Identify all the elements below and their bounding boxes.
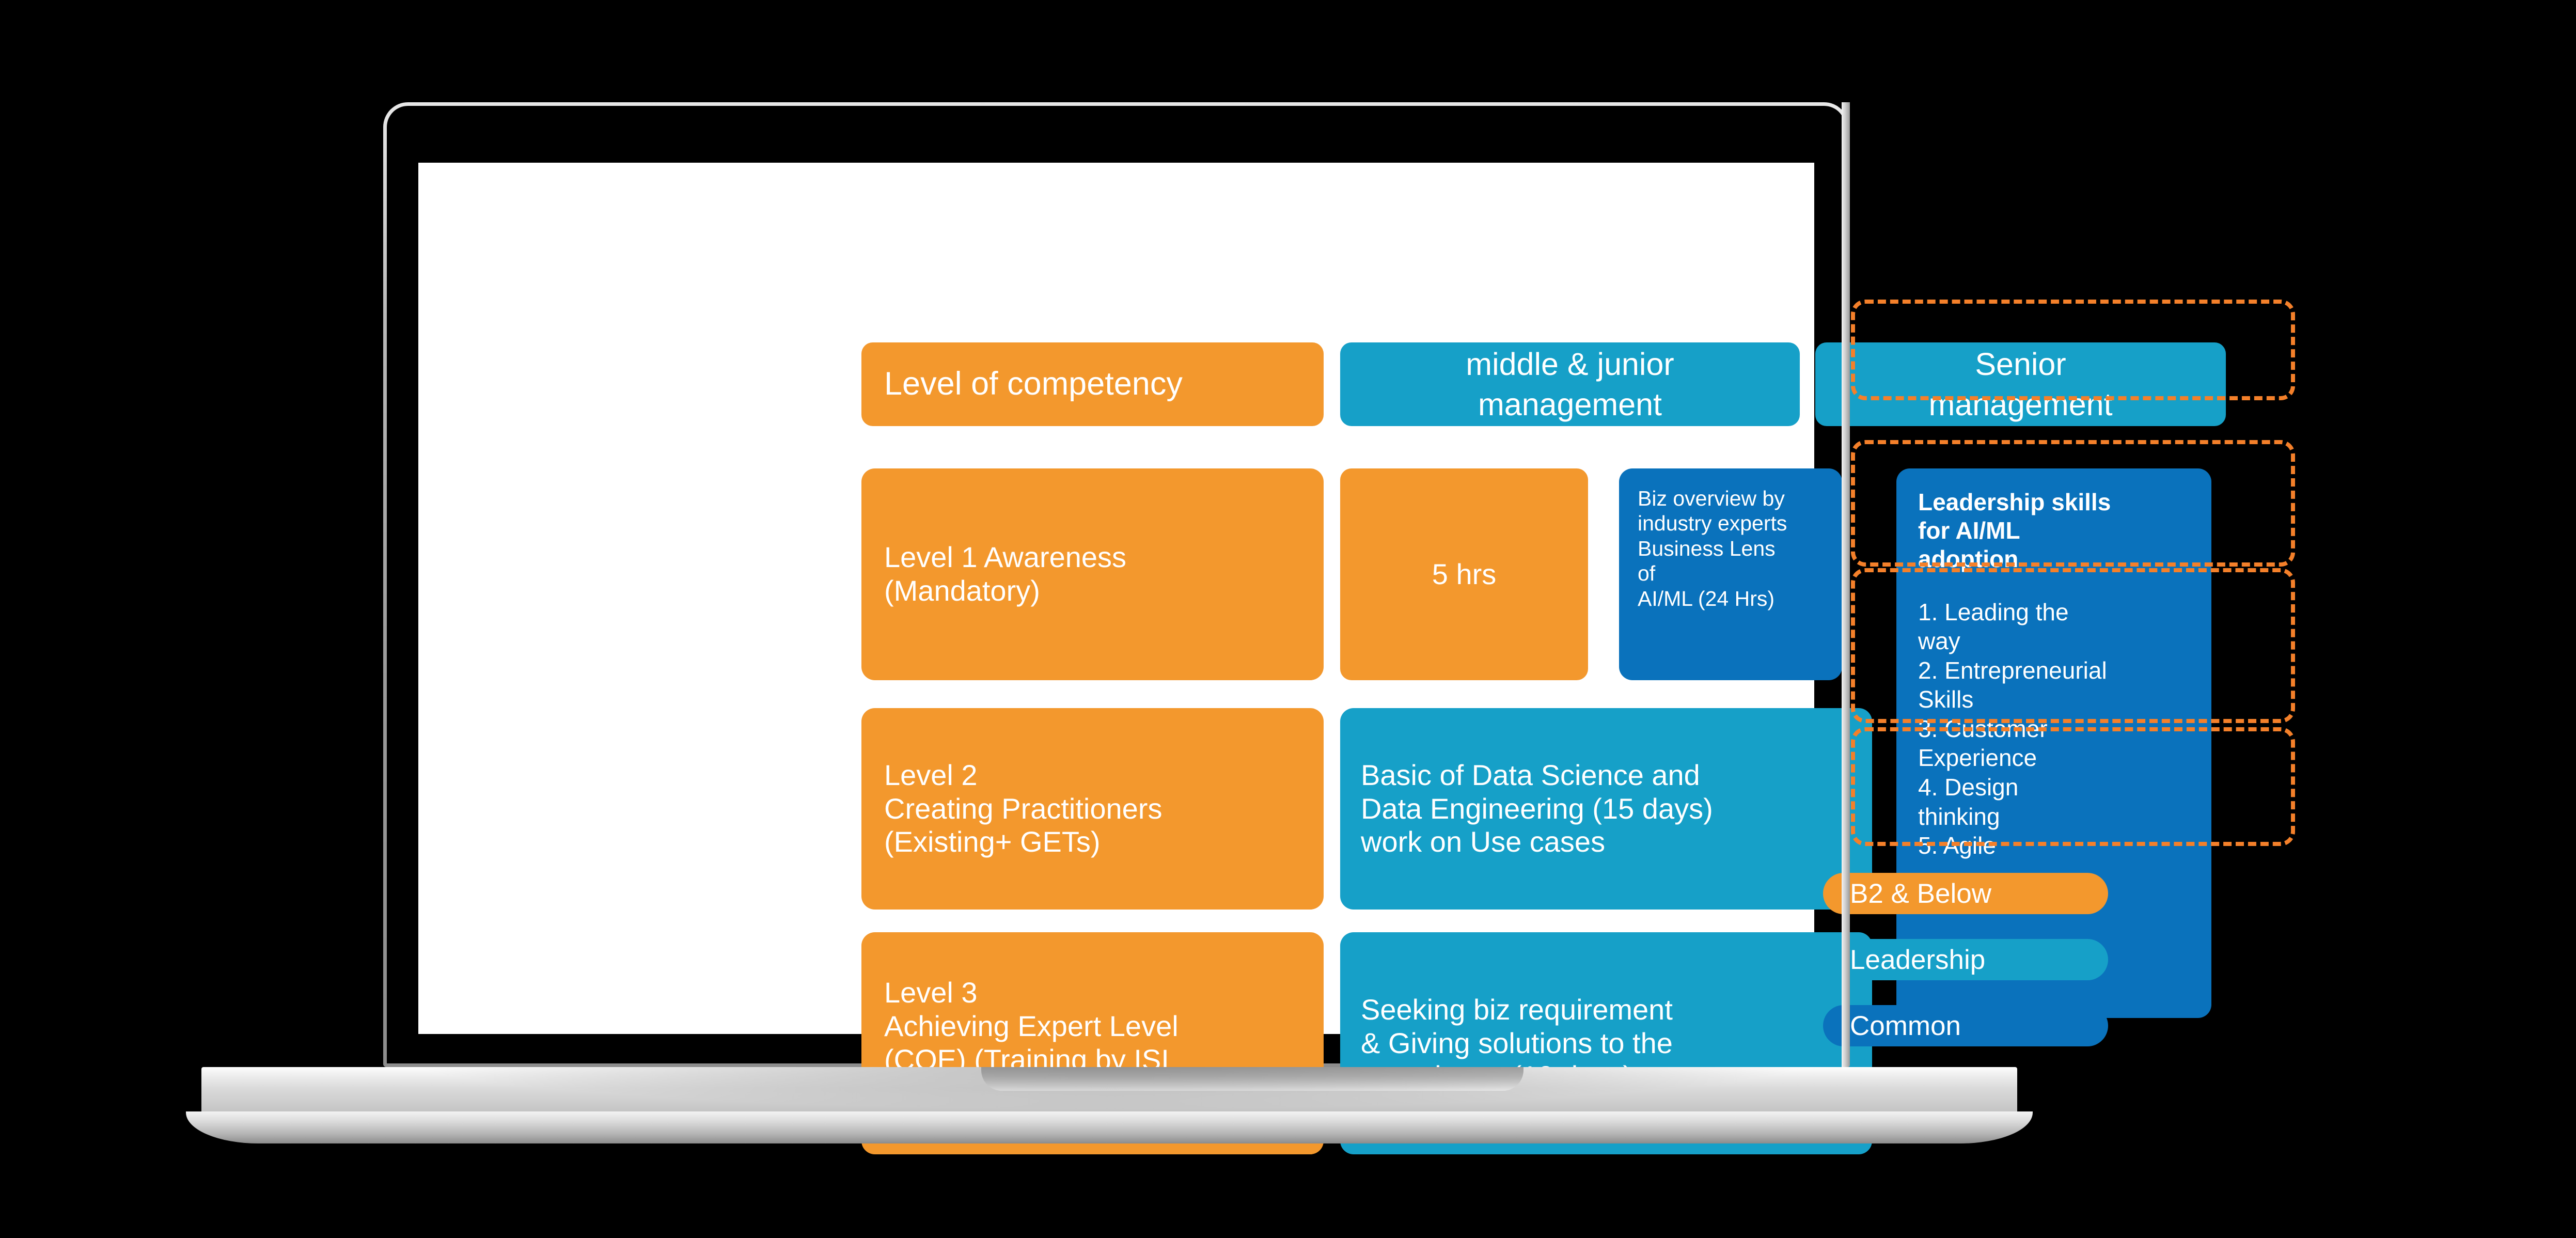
dashed-outline-box-1[interactable] (1851, 300, 2295, 400)
level1-hours-label: 5 hrs (1432, 557, 1497, 590)
biz-overview-label: Biz overview by industry experts Busines… (1638, 487, 1787, 610)
dashed-outline-box-4[interactable] (1851, 727, 2295, 846)
row-level2-label-card[interactable]: Level 2 Creating Practitioners (Existing… (861, 708, 1324, 910)
legend-label-leadership: Leadership (1850, 944, 1986, 975)
legend-label-common: Common (1850, 1010, 1961, 1041)
slide-canvas: Level of competency middle & junior mana… (418, 163, 2226, 1154)
level1-label: Level 1 Awareness (Mandatory) (884, 541, 1127, 607)
header-cell-middle-junior-management[interactable]: middle & junior management (1340, 342, 1800, 426)
laptop-base-lip (186, 1111, 2033, 1143)
level2-middle-junior-label: Basic of Data Science and Data Engineeri… (1361, 758, 1713, 858)
laptop-trackpad-notch (981, 1067, 1523, 1091)
header-label-competency: Level of competency (884, 366, 1183, 402)
legend-item-b2-and-below[interactable]: B2 & Below (1823, 873, 2108, 914)
legend-label-b2-and-below: B2 & Below (1850, 878, 1991, 909)
legend-item-common[interactable]: Common (1823, 1005, 2108, 1046)
header-label-middle-junior: middle & junior management (1466, 346, 1674, 422)
dashed-outline-box-2[interactable] (1851, 440, 2295, 567)
row-level1-hours-card[interactable]: 5 hrs (1340, 468, 1588, 680)
header-cell-level-of-competency[interactable]: Level of competency (861, 342, 1324, 426)
row-level1-common-card[interactable]: Biz overview by industry experts Busines… (1619, 468, 1842, 680)
row-level1-label-card[interactable]: Level 1 Awareness (Mandatory) (861, 468, 1324, 680)
row-level2-middle-junior-card[interactable]: Basic of Data Science and Data Engineeri… (1340, 708, 1872, 910)
legend-item-leadership[interactable]: Leadership (1823, 939, 2108, 980)
laptop-right-bezel-edge (1842, 102, 1850, 1067)
dashed-outline-box-3[interactable] (1851, 568, 2295, 723)
level2-label: Level 2 Creating Practitioners (Existing… (884, 758, 1163, 858)
